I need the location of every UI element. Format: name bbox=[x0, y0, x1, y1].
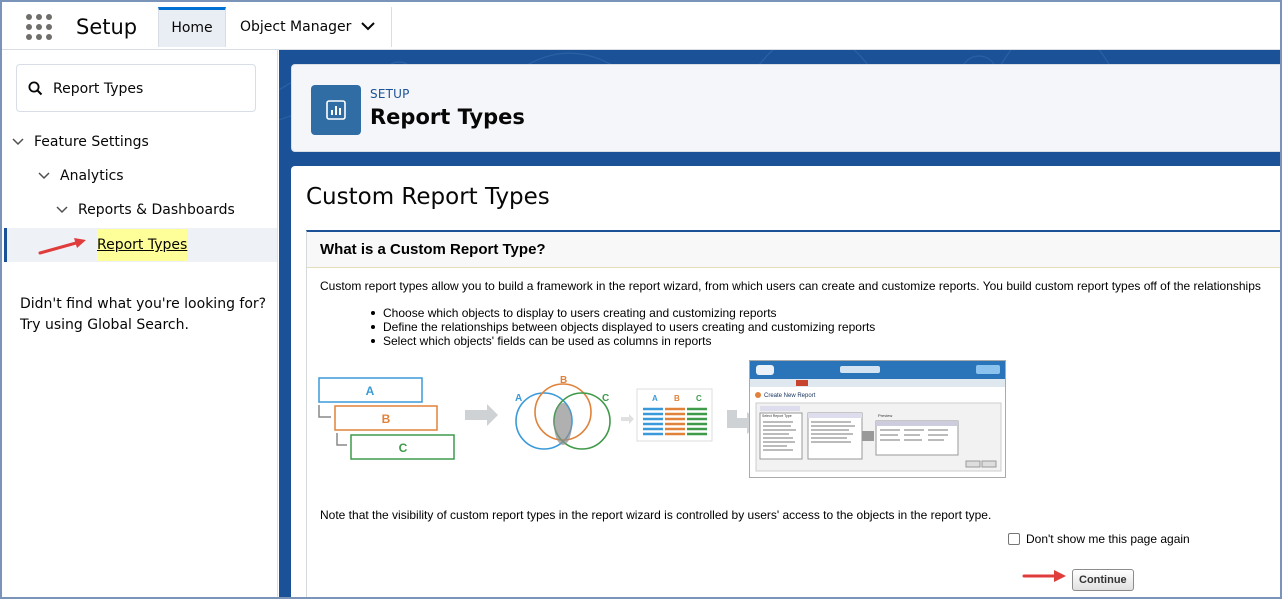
thumbnail-title: Create New Report bbox=[764, 393, 816, 399]
venn-label-a: A bbox=[515, 393, 522, 404]
chevron-down-icon[interactable] bbox=[12, 137, 24, 146]
quick-find-input[interactable] bbox=[53, 77, 248, 101]
app-window: Setup Home Object Manager Feature Settin… bbox=[0, 0, 1282, 599]
annotation-arrow-icon bbox=[1022, 570, 1066, 582]
thumbnail-panel-1: Select Report Type bbox=[762, 414, 792, 418]
main-region: SETUP Report Types Custom Report Types W… bbox=[279, 50, 1280, 597]
list-item: Define the relationships between objects… bbox=[369, 320, 875, 334]
tree-item-analytics[interactable]: Analytics bbox=[2, 160, 277, 192]
checkbox-box[interactable] bbox=[1008, 533, 1020, 545]
chevron-down-icon[interactable] bbox=[361, 21, 375, 31]
tab-object-manager[interactable]: Object Manager bbox=[226, 7, 392, 47]
tree-item-reports-dashboards[interactable]: Reports & Dashboards bbox=[2, 194, 277, 226]
info-box-title: What is a Custom Report Type? bbox=[320, 241, 546, 258]
global-header: Setup Home Object Manager bbox=[2, 2, 1280, 50]
app-name: Setup bbox=[76, 15, 138, 39]
tree-item-label: Analytics bbox=[60, 168, 124, 184]
object-box-c-label: C bbox=[399, 441, 408, 455]
thumbnail-panel-2: Preview bbox=[878, 413, 892, 418]
chevron-down-icon[interactable] bbox=[38, 171, 50, 180]
dont-show-again-checkbox[interactable]: Don't show me this page again bbox=[1008, 532, 1190, 546]
content-title: Custom Report Types bbox=[306, 184, 550, 210]
wizard-screenshot-thumbnail: Create New Report Select Report Type Pre… bbox=[749, 360, 1006, 478]
column-label-b: B bbox=[674, 394, 680, 403]
venn-label-c: C bbox=[602, 393, 609, 404]
hint-line-2: Try using Global Search. bbox=[20, 317, 189, 333]
tree-item-label: Reports & Dashboards bbox=[78, 202, 235, 218]
info-box-header: What is a Custom Report Type? bbox=[307, 232, 1280, 268]
page-title: Report Types bbox=[370, 105, 525, 129]
hint-line-1: Didn't find what you're looking for? bbox=[20, 296, 267, 312]
column-label-c: C bbox=[696, 394, 702, 403]
global-search-hint: Didn't find what you're looking for? Try… bbox=[20, 294, 270, 336]
setup-sidebar: Feature Settings Analytics Reports & Das… bbox=[2, 50, 278, 597]
bullet-list: Choose which objects to display to users… bbox=[369, 306, 875, 348]
annotation-arrow-icon bbox=[38, 238, 86, 255]
continue-button[interactable]: Continue bbox=[1072, 569, 1134, 591]
list-item: Select which objects' fields can be used… bbox=[369, 334, 875, 348]
tree-item-label[interactable]: Report Types bbox=[97, 229, 188, 261]
column-label-a: A bbox=[652, 394, 658, 403]
list-item: Choose which objects to display to users… bbox=[369, 306, 875, 320]
report-type-diagram: A B C A B C A B C bbox=[318, 375, 737, 460]
info-box: What is a Custom Report Type? Custom rep… bbox=[306, 230, 1280, 597]
visibility-note: Note that the visibility of custom repor… bbox=[320, 508, 992, 522]
tab-object-manager-label: Object Manager bbox=[240, 19, 352, 35]
tab-home[interactable]: Home bbox=[158, 7, 226, 47]
venn-label-b: B bbox=[560, 375, 567, 386]
tree-item-label: Feature Settings bbox=[34, 134, 149, 150]
content-card: Custom Report Types What is a Custom Rep… bbox=[291, 166, 1280, 597]
quick-find-box bbox=[16, 64, 256, 112]
chevron-down-icon[interactable] bbox=[56, 205, 68, 214]
page-header: SETUP Report Types bbox=[291, 64, 1280, 152]
app-launcher-icon[interactable] bbox=[26, 14, 52, 40]
tree-item-feature-settings[interactable]: Feature Settings bbox=[2, 126, 277, 158]
intro-text: Custom report types allow you to build a… bbox=[320, 279, 1261, 293]
object-box-b-label: B bbox=[382, 412, 391, 426]
report-chart-icon bbox=[311, 85, 361, 135]
object-box-a-label: A bbox=[366, 384, 375, 398]
breadcrumb: SETUP bbox=[370, 87, 410, 101]
search-icon bbox=[28, 81, 43, 96]
dont-show-again-label: Don't show me this page again bbox=[1026, 532, 1190, 546]
